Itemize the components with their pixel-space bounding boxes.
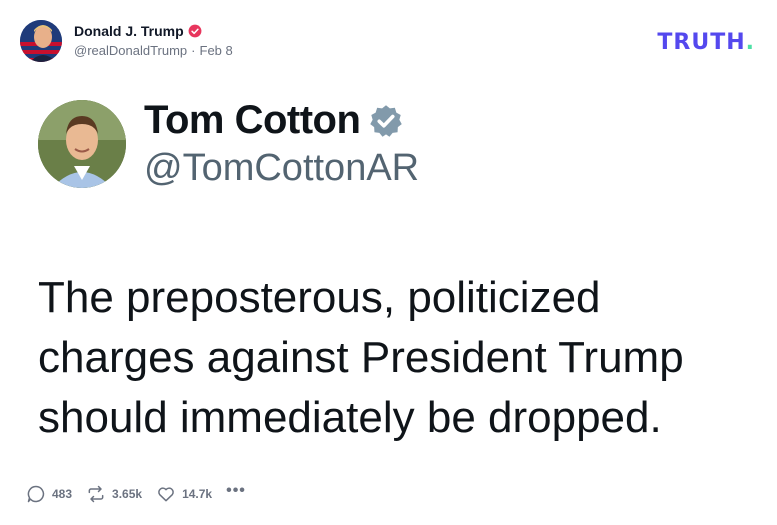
quoted-avatar xyxy=(38,100,126,188)
brand-dot: . xyxy=(745,30,755,55)
meta-separator: · xyxy=(191,43,196,59)
brand-text: TRUTH xyxy=(657,30,746,55)
post-header: Donald J. Trump @realDonaldTrump · Feb 8 xyxy=(20,20,233,62)
post-date[interactable]: Feb 8 xyxy=(200,43,233,59)
quoted-post-header: Tom Cotton @TomCottonAR xyxy=(38,98,419,190)
repost-count: 3.65k xyxy=(112,487,143,501)
reply-count: 483 xyxy=(52,487,73,501)
quoted-author-handle: @TomCottonAR xyxy=(144,147,420,189)
verified-badge-icon xyxy=(370,104,403,137)
more-options-icon[interactable]: ••• xyxy=(226,482,246,500)
verified-badge-icon xyxy=(188,24,202,38)
repost-icon xyxy=(88,485,104,503)
reply-icon xyxy=(27,485,45,503)
heart-icon xyxy=(158,487,174,502)
author-name[interactable]: Donald J. Trump xyxy=(74,23,184,41)
post-actions: 483 3.65k 14.7k ••• xyxy=(26,482,246,504)
avatar[interactable] xyxy=(20,20,62,62)
quoted-post-text: The preposterous, politicized charges ag… xyxy=(38,273,684,442)
author-handle[interactable]: @realDonaldTrump xyxy=(74,43,187,59)
like-button[interactable]: 14.7k xyxy=(156,484,212,504)
reply-button[interactable]: 483 xyxy=(26,484,72,504)
quoted-author-name: Tom Cotton xyxy=(144,98,361,142)
repost-button[interactable]: 3.65k xyxy=(86,484,142,504)
truth-logo: TRUTH. xyxy=(657,30,755,55)
like-count: 14.7k xyxy=(182,487,213,501)
